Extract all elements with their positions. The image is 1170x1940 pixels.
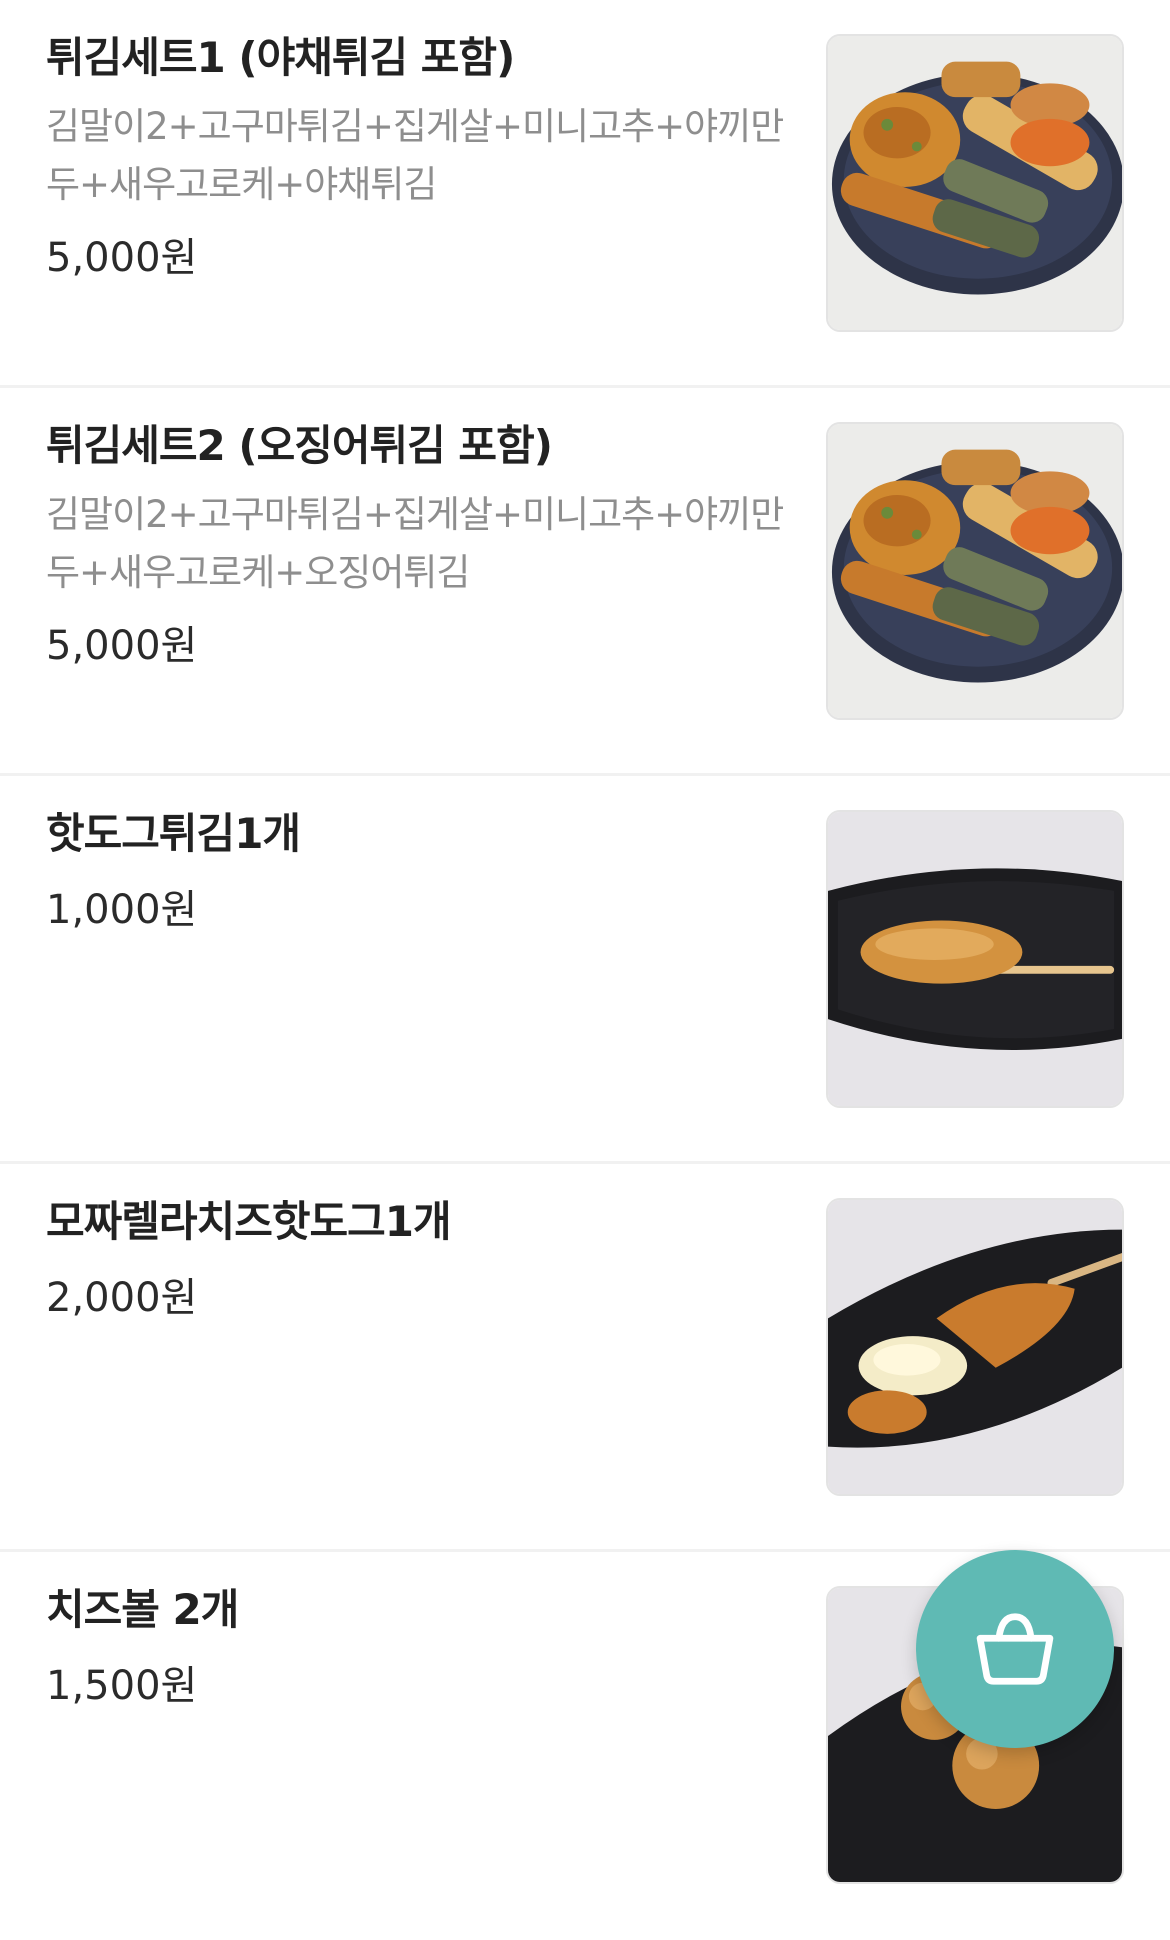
menu-item-name: 치즈볼 2개 — [46, 1585, 239, 1634]
fried-food-platter-illustration — [828, 424, 1122, 718]
menu-item-name: 핫도그튀김1개 — [46, 809, 301, 858]
cheese-hotdog-image[interactable] — [826, 1198, 1124, 1496]
basket-icon — [976, 1613, 1054, 1685]
menu-item-price: 1,000원 — [46, 887, 198, 933]
menu-item-text: 튀김세트2 (오징어튀김 포함) 김말이2+고구마튀김+집게살+미니고추+야끼만… — [46, 414, 796, 676]
menu-item-description: 김말이2+고구마튀김+집게살+미니고추+야끼만두+새우고로케+야채튀김 — [46, 105, 784, 206]
menu-item-price: 1,500원 — [46, 1663, 198, 1709]
menu-item-text: 핫도그튀김1개 1,000원 — [46, 802, 796, 940]
menu-item-price: 2,000원 — [46, 1275, 198, 1321]
menu-item-price: 5,000원 — [46, 235, 198, 281]
menu-item[interactable]: 튀김세트1 (야채튀김 포함) 김말이2+고구마튀김+집게살+미니고추+야끼만두… — [0, 0, 1170, 388]
menu-item-name: 튀김세트1 (야채튀김 포함) — [46, 33, 515, 82]
menu-item-description: 김말이2+고구마튀김+집게살+미니고추+야끼만두+새우고로케+오징어튀김 — [46, 493, 784, 594]
menu-item-text: 치즈볼 2개 1,500원 — [46, 1578, 796, 1716]
menu-item-name: 모짜렐라치즈핫도그1개 — [46, 1197, 452, 1246]
menu-item-text: 튀김세트1 (야채튀김 포함) 김말이2+고구마튀김+집게살+미니고추+야끼만두… — [46, 26, 796, 288]
fried-food-platter-image[interactable] — [826, 34, 1124, 332]
menu-item-name: 튀김세트2 (오징어튀김 포함) — [46, 421, 553, 470]
cheese-hotdog-illustration — [828, 1200, 1122, 1494]
menu-item-price: 5,000원 — [46, 623, 198, 669]
menu-item-text: 모짜렐라치즈핫도그1개 2,000원 — [46, 1190, 796, 1328]
menu-item[interactable]: 모짜렐라치즈핫도그1개 2,000원 — [0, 1164, 1170, 1552]
hotdog-illustration — [828, 812, 1122, 1106]
menu-item[interactable]: 핫도그튀김1개 1,000원 — [0, 776, 1170, 1164]
fried-food-platter-illustration — [828, 36, 1122, 330]
menu-item[interactable]: 튀김세트2 (오징어튀김 포함) 김말이2+고구마튀김+집게살+미니고추+야끼만… — [0, 388, 1170, 776]
fried-food-platter-image[interactable] — [826, 422, 1124, 720]
hotdog-image[interactable] — [826, 810, 1124, 1108]
cart-button[interactable] — [916, 1550, 1114, 1748]
